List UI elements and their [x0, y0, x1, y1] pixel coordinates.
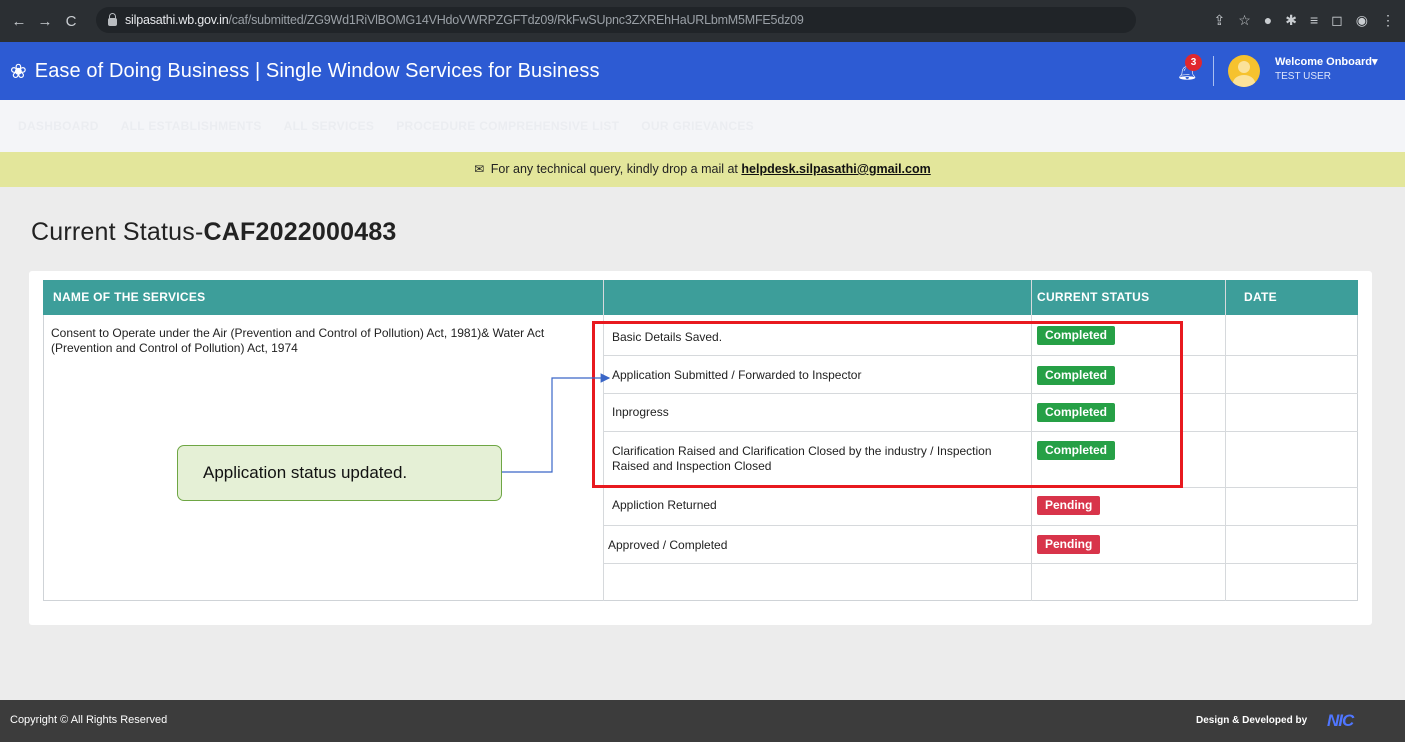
notice-text: For any technical query, kindly drop a m…	[490, 162, 738, 176]
caf-number: CAF2022000483	[203, 218, 397, 246]
shield-icon[interactable]: ●	[1264, 11, 1272, 29]
brand-logo-icon: ❀	[10, 60, 27, 83]
header-divider	[1213, 56, 1214, 86]
mail-icon: ✉	[474, 162, 485, 176]
page-title: Current Status-CAF2022000483	[31, 218, 397, 246]
avatar[interactable]	[1228, 55, 1260, 87]
reload-icon[interactable]: C	[60, 13, 82, 30]
share-icon[interactable]: ⇪	[1213, 11, 1225, 29]
status-badge: Pending	[1037, 496, 1101, 515]
callout-note: Application status updated.	[177, 445, 502, 501]
app-header: ❀ Ease of Doing Business | Single Window…	[0, 42, 1405, 100]
column-header-status: CURRENT STATUS	[1037, 290, 1150, 304]
nav-all-establishments[interactable]: ALL ESTABLISHMENTS	[121, 119, 262, 133]
row-divider	[604, 525, 1358, 526]
highlight-box	[592, 321, 1183, 488]
browser-toolbar: ← → C silpasathi.wb.gov.in/caf/submitted…	[0, 0, 1405, 42]
back-arrow-icon[interactable]: ←	[8, 13, 30, 30]
user-name: TEST USER	[1275, 71, 1331, 82]
column-divider	[1225, 280, 1226, 601]
browser-extensions: ⇪ ☆ ● ✱ ≡ ◻ ◉ ⋮	[1213, 11, 1395, 29]
step-label: Appliction Returned	[612, 498, 717, 512]
nic-logo: NIC	[1327, 711, 1354, 730]
nav-all-services[interactable]: ALL SERVICES	[284, 119, 375, 133]
extensions-icon[interactable]: ✱	[1285, 11, 1297, 29]
user-menu-toggle[interactable]: Welcome Onboard▾	[1275, 55, 1378, 68]
helpdesk-email-link[interactable]: helpdesk.silpasathi@gmail.com	[741, 162, 930, 176]
star-icon[interactable]: ☆	[1238, 11, 1251, 29]
step-label: Approved / Completed	[608, 538, 728, 552]
profile-icon[interactable]: ◉	[1356, 11, 1368, 29]
status-badge: Pending	[1037, 535, 1101, 554]
column-header-services: NAME OF THE SERVICES	[53, 290, 206, 304]
main-nav: DASHBOARD ALL ESTABLISHMENTS ALL SERVICE…	[0, 100, 1405, 152]
copyright-text: Copyright © All Rights Reserved	[10, 714, 168, 726]
footer: Copyright © All Rights Reserved Design &…	[0, 700, 1405, 742]
nav-grievances[interactable]: OUR GRIEVANCES	[641, 119, 754, 133]
lock-icon	[108, 13, 117, 26]
menu-kebab-icon[interactable]: ⋮	[1381, 11, 1395, 29]
nav-procedure-list[interactable]: PROCEDURE COMPREHENSIVE LIST	[396, 119, 619, 133]
nav-dashboard[interactable]: DASHBOARD	[18, 119, 99, 133]
table-header: NAME OF THE SERVICES CURRENT STATUS DATE	[43, 280, 1358, 315]
address-bar[interactable]: silpasathi.wb.gov.in/caf/submitted/ZG9Wd…	[96, 7, 1136, 33]
forward-arrow-icon[interactable]: →	[34, 13, 56, 30]
column-header-date: DATE	[1244, 290, 1277, 304]
window-icon[interactable]: ◻	[1331, 11, 1343, 29]
designed-by-text: Design & Developed by	[1196, 715, 1308, 726]
row-divider	[604, 563, 1358, 564]
notice-bar: ✉ For any technical query, kindly drop a…	[0, 152, 1405, 187]
notification-badge[interactable]: 3	[1185, 54, 1202, 71]
url-text: silpasathi.wb.gov.in/caf/submitted/ZG9Wd…	[125, 13, 804, 27]
brand-title[interactable]: Ease of Doing Business | Single Window S…	[35, 60, 600, 83]
service-name: Consent to Operate under the Air (Preven…	[51, 326, 545, 355]
playlist-icon[interactable]: ≡	[1310, 11, 1318, 29]
